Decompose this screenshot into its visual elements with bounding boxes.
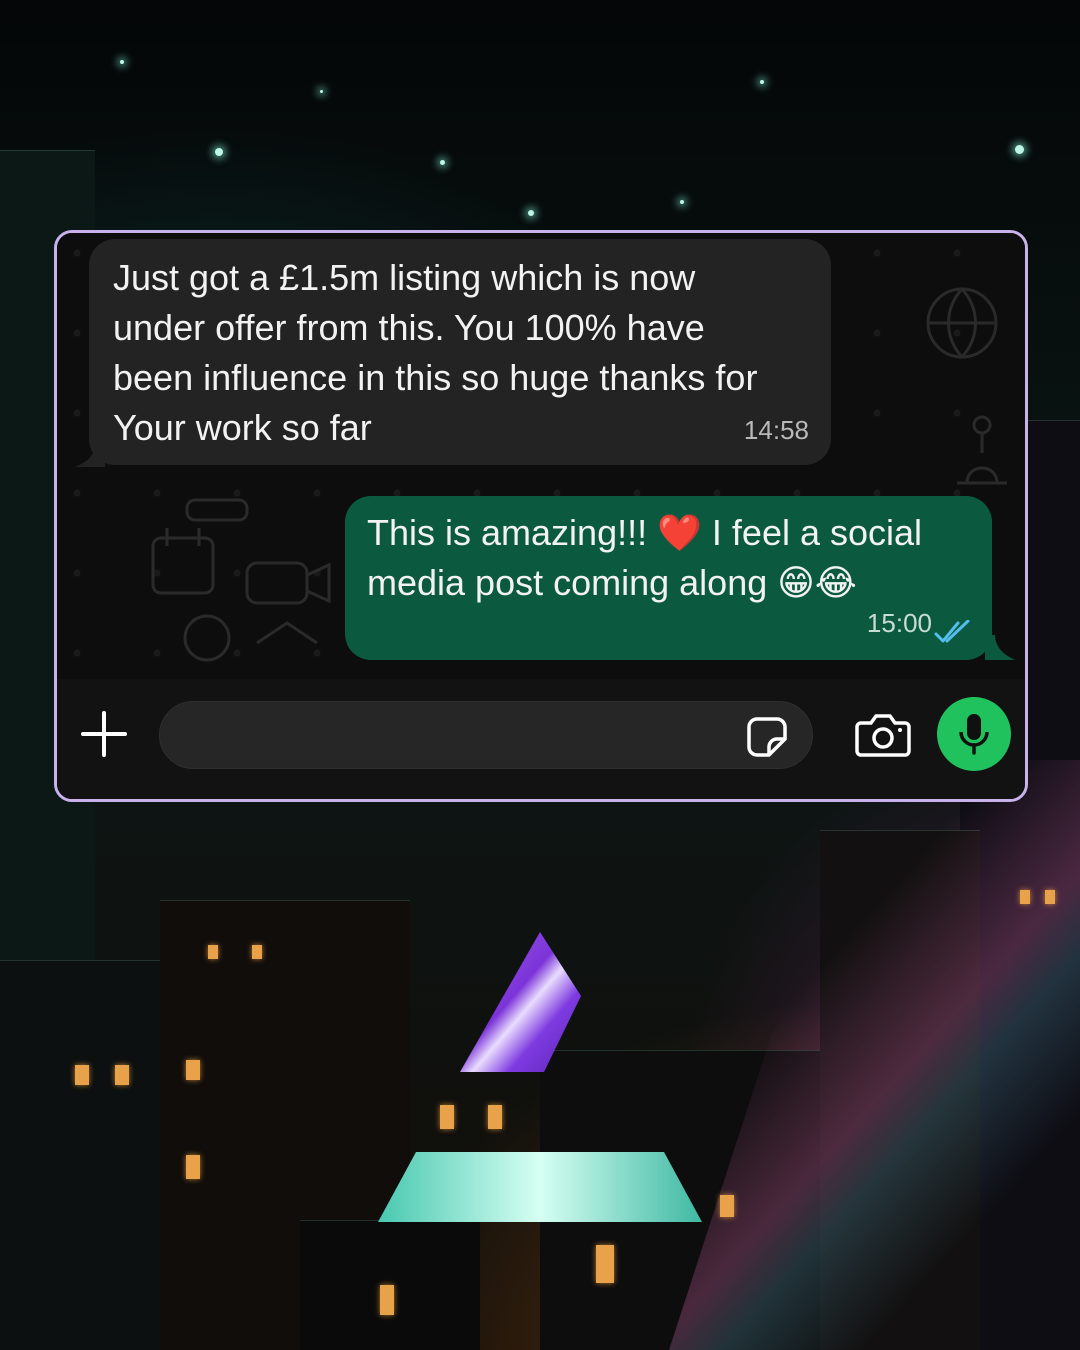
message-text: This is amazing!!! ❤️ I feel a social me… [367, 512, 923, 603]
message-composer [57, 679, 1025, 799]
star [528, 210, 534, 216]
sticker-icon[interactable] [745, 715, 789, 759]
star [1015, 145, 1024, 154]
window-light [186, 1155, 200, 1179]
window-light [186, 1060, 200, 1080]
message-time: 14:58 [743, 415, 809, 445]
message-text: Just got a £1.5m listing which is now un… [113, 257, 758, 448]
window-light [380, 1285, 394, 1315]
star [320, 90, 323, 93]
window-light [1045, 890, 1055, 904]
window-light [720, 1195, 734, 1217]
star [215, 148, 223, 156]
incoming-message[interactable]: Just got a £1.5m listing which is now un… [89, 239, 831, 465]
voice-message-button[interactable] [937, 697, 1011, 771]
window-light [115, 1065, 129, 1085]
doodle-camera-icon [245, 561, 331, 645]
window-light [75, 1065, 89, 1085]
message-time: 15:00 [866, 608, 932, 638]
doodle-globe-icon [926, 287, 998, 359]
window-light [596, 1245, 614, 1283]
window-light [208, 945, 218, 959]
star [680, 200, 684, 204]
window-light [1020, 890, 1030, 904]
star [760, 80, 764, 84]
star [120, 60, 124, 64]
outgoing-message[interactable]: This is amazing!!! ❤️ I feel a social me… [345, 496, 992, 660]
window-light [252, 945, 262, 959]
camera-icon[interactable] [855, 713, 911, 757]
star [440, 160, 445, 165]
doodle-lamp-icon [957, 415, 1007, 485]
microphone-icon [959, 714, 989, 755]
chat-window: Just got a £1.5m listing which is now un… [54, 230, 1028, 802]
double-check-read-icon [934, 620, 970, 643]
triangle-prism-logo [378, 932, 702, 1222]
message-input[interactable] [159, 701, 813, 769]
plus-icon[interactable] [79, 709, 129, 759]
